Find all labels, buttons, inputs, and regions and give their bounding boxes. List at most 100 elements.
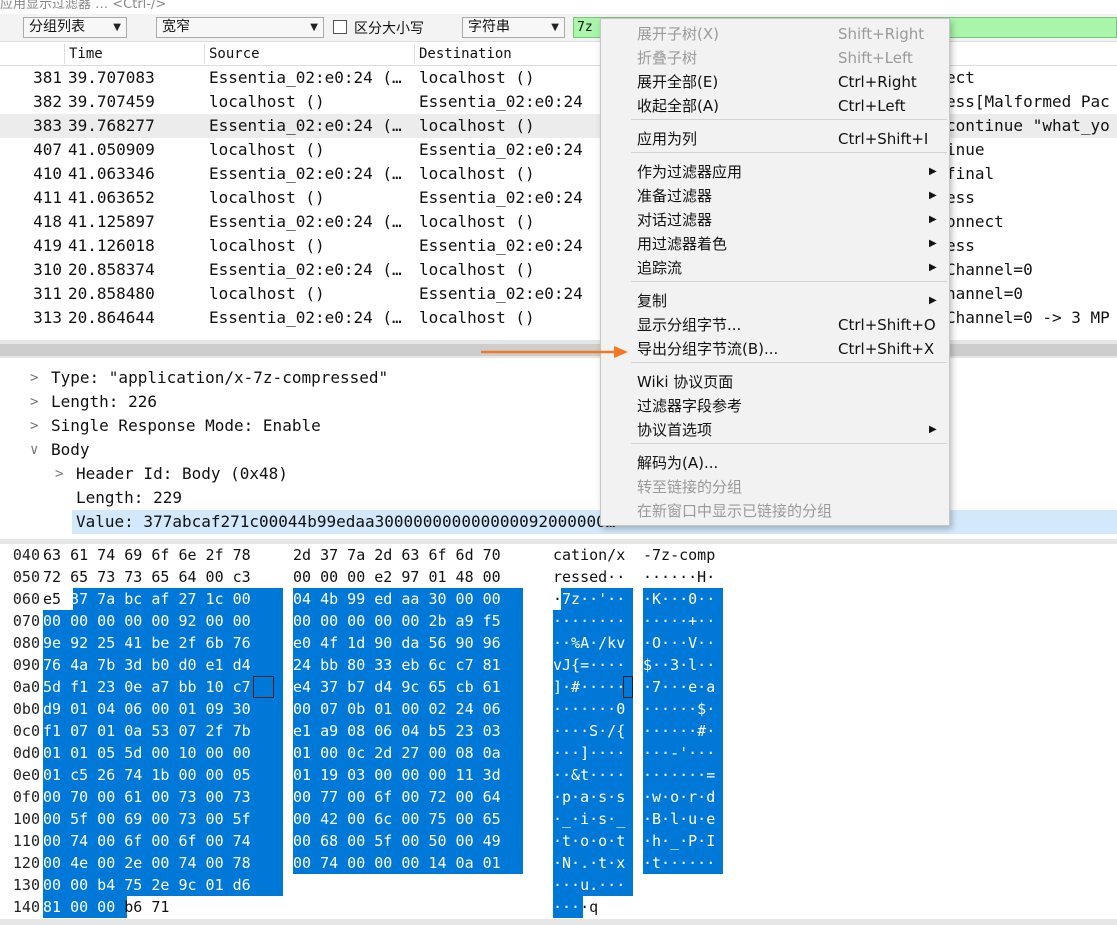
ascii-text-group-b[interactable]: ·····+·· <box>643 610 715 632</box>
column-header-time[interactable]: Time <box>64 44 204 64</box>
hex-bytes-group-a[interactable]: 72 65 73 73 65 64 00 c3 <box>43 566 251 588</box>
hex-bytes-group-b[interactable]: 01 00 0c 2d 27 00 08 0a <box>293 742 501 764</box>
hex-bytes-group-a[interactable]: 81 00 00 b6 71 <box>43 896 169 918</box>
column-header-destination[interactable]: Destination <box>414 44 614 64</box>
charset-select[interactable]: 宽窄 ▼ <box>156 17 324 38</box>
ascii-text-group-a[interactable]: ····q <box>553 896 598 918</box>
ascii-text-group-a[interactable]: ········ <box>553 610 625 632</box>
ascii-selected[interactable]: 7z··'·· <box>562 590 625 608</box>
hex-bytes-group-b[interactable]: 04 4b 99 ed aa 30 00 00 <box>293 588 501 610</box>
hex-bytes-selected[interactable]: 81 00 00 <box>43 898 115 916</box>
hex-bytes-group-b[interactable]: 00 07 0b 01 00 02 24 06 <box>293 698 501 720</box>
hex-bytes-group-b[interactable]: 00 00 00 e2 97 01 48 00 <box>293 566 501 588</box>
search-scope-select[interactable]: 分组列表 ▼ <box>23 17 127 38</box>
ascii-text-group-a[interactable]: ·p·a·s·s <box>553 786 625 808</box>
hex-bytes-group-a[interactable]: 01 01 05 5d 00 10 00 00 <box>43 742 251 764</box>
collapsed-chevron-icon[interactable]: > <box>30 390 38 414</box>
collapsed-chevron-icon[interactable]: > <box>30 414 38 438</box>
ascii-text-group-b[interactable]: ······#· <box>643 720 715 742</box>
hex-bytes-group-a[interactable]: 63 61 74 69 6f 6e 2f 78 <box>43 544 251 566</box>
hex-bytes-group-b[interactable]: e1 a9 08 06 04 b5 23 03 <box>293 720 501 742</box>
ascii-text-group-b[interactable]: ···-'··· <box>643 742 715 764</box>
menu-item[interactable]: 显示分组字节... Ctrl+Shift+O <box>601 313 949 337</box>
search-type-select[interactable]: 字符串 ▼ <box>462 17 565 38</box>
menu-item[interactable]: 追踪流 ▶ <box>601 256 949 280</box>
hex-bytes-group-b[interactable]: 01 15 06 01 00 20 80 b0 <box>293 874 501 896</box>
ascii-text-group-a[interactable]: ·_·i·s·_ <box>553 808 625 830</box>
ascii-selected[interactable]: ··· <box>553 898 580 916</box>
ascii-text-group-a[interactable]: ···u.··· <box>553 874 625 896</box>
hex-bytes-group-a[interactable]: d9 01 04 06 00 01 09 30 <box>43 698 251 720</box>
ascii-text-group-b[interactable]: ······$· <box>643 698 715 720</box>
ascii-text-group-a[interactable]: vJ{=···· <box>553 654 625 676</box>
ascii-text-group-a[interactable]: ··%A·/kv <box>553 632 625 654</box>
hex-bytes-group-b[interactable]: 01 19 03 00 00 00 11 3d <box>293 764 501 786</box>
hex-bytes-group-b[interactable]: e0 4f 1d 90 da 56 90 96 <box>293 632 501 654</box>
column-header-source[interactable]: Source <box>204 44 414 64</box>
menu-item[interactable]: 作为过滤器应用 ▶ <box>601 160 949 184</box>
hex-bytes-group-b[interactable]: 00 42 00 6c 00 75 00 65 <box>293 808 501 830</box>
hex-bytes-group-a[interactable]: 00 74 00 6f 00 6f 00 74 <box>43 830 251 852</box>
ascii-char[interactable]: ·q <box>580 898 598 916</box>
hex-byte[interactable]: e5 <box>43 590 70 608</box>
hex-bytes-group-a[interactable]: 00 4e 00 2e 00 74 00 78 <box>43 852 251 874</box>
hex-bytes-group-a[interactable]: 00 5f 00 69 00 73 00 5f <box>43 808 251 830</box>
hex-bytes-group-a[interactable]: 00 00 b4 75 2e 9c 01 d6 <box>43 874 251 896</box>
ascii-text-group-a[interactable]: ·N·.·t·x <box>553 852 625 874</box>
menu-item[interactable]: 准备过滤器 ▶ <box>601 184 949 208</box>
hex-bytes-group-a[interactable]: 9e 92 25 41 be 2f 6b 76 <box>43 632 251 654</box>
ascii-text-group-b[interactable]: ·B·l·u·e <box>643 808 715 830</box>
menu-item[interactable]: 对话过滤器 ▶ <box>601 208 949 232</box>
hex-bytes-group-a[interactable]: 00 00 00 00 00 92 00 00 <box>43 610 251 632</box>
hex-byte[interactable]: b6 71 <box>115 898 169 916</box>
collapsed-chevron-icon[interactable]: > <box>55 462 63 486</box>
display-filter-hint[interactable]: 应用显示过滤器 … <Ctrl-/> <box>0 0 166 12</box>
ascii-text-group-a[interactable]: ····S·/{ <box>553 720 625 742</box>
hex-bytes-group-b[interactable]: 2d 37 7a 2d 63 6f 6d 70 <box>293 544 501 566</box>
ascii-text-group-a[interactable]: ··&t···· <box>553 764 625 786</box>
ascii-text-group-b[interactable]: ·K···0·· <box>643 588 715 610</box>
hex-bytes-group-a[interactable]: 01 c5 26 74 1b 00 00 05 <box>43 764 251 786</box>
ascii-text-group-b[interactable]: -7z-comp <box>643 544 715 566</box>
hex-bytes-group-a[interactable]: 00 70 00 61 00 73 00 73 <box>43 786 251 808</box>
hex-bytes-group-b[interactable]: 00 00 00 00 00 2b a9 f5 <box>293 610 501 632</box>
menu-item[interactable]: 导出分组字节流(B)... Ctrl+Shift+X <box>601 337 949 361</box>
ascii-text-group-a[interactable]: ···]···· <box>553 742 625 764</box>
ascii-text-group-b[interactable]: ·w·o·r·d <box>643 786 715 808</box>
ascii-text-group-a[interactable]: ·t·o·o·t <box>553 830 625 852</box>
ascii-text-group-b[interactable]: ·h·_·P·I <box>643 830 715 852</box>
menu-item[interactable]: 应用为列 Ctrl+Shift+I <box>601 127 949 151</box>
detail-tree-item[interactable]: Value: 377abcaf271c00044b99edaa300000000… <box>72 510 1117 534</box>
hex-bytes-group-a[interactable]: 5d f1 23 0e a7 bb 10 c7 <box>43 676 251 698</box>
ascii-text-group-b[interactable]: ·t······ <box>643 852 715 874</box>
menu-item[interactable]: 解码为(A)... <box>601 451 949 475</box>
menu-item[interactable]: 过滤器字段参考 <box>601 394 949 418</box>
hex-bytes-group-a[interactable]: f1 07 01 0a 53 07 2f 7b <box>43 720 251 742</box>
ascii-text-group-b[interactable]: ······H· <box>643 566 715 588</box>
hex-bytes-group-a[interactable]: e5 37 7a bc af 27 1c 00 <box>43 588 251 610</box>
ascii-text-group-a[interactable]: ·······0 <box>553 698 625 720</box>
hex-bytes-group-b[interactable]: e4 37 b7 d4 9c 65 cb 61 <box>293 676 501 698</box>
collapsed-chevron-icon[interactable]: > <box>30 366 38 390</box>
ascii-text-group-b[interactable]: ·O···V·· <box>643 632 715 654</box>
case-sensitive-checkbox[interactable] <box>333 20 347 34</box>
hex-bytes-group-a[interactable]: 76 4a 7b 3d b0 d0 e1 d4 <box>43 654 251 676</box>
menu-item[interactable]: 收起全部(A) Ctrl+Left <box>601 94 949 118</box>
menu-item[interactable]: 复制 ▶ <box>601 289 949 313</box>
menu-item[interactable]: 协议首选项 ▶ <box>601 418 949 442</box>
ascii-text-group-b[interactable]: ····· ·· <box>643 874 715 896</box>
ascii-text-group-a[interactable]: ]·#····· <box>553 676 625 698</box>
ascii-text-group-a[interactable]: ·7z··'·· <box>553 588 625 610</box>
hex-bytes-group-b[interactable]: 00 77 00 6f 00 72 00 64 <box>293 786 501 808</box>
ascii-text-group-b[interactable]: ·······= <box>643 764 715 786</box>
ascii-char[interactable]: · <box>553 590 562 608</box>
ascii-text-group-a[interactable]: cation/x <box>553 544 625 566</box>
menu-item[interactable]: Wiki 协议页面 <box>601 370 949 394</box>
hex-bytes-group-b[interactable]: 00 68 00 5f 00 50 00 49 <box>293 830 501 852</box>
hex-bytes-selected[interactable]: 37 7a bc af 27 1c 00 <box>70 590 251 608</box>
hex-bytes-group-b[interactable]: 00 74 00 00 00 14 0a 01 <box>293 852 501 874</box>
menu-item[interactable]: 用过滤器着色 ▶ <box>601 232 949 256</box>
menu-item[interactable]: 展开全部(E) Ctrl+Right <box>601 70 949 94</box>
hex-bytes-group-b[interactable]: 24 bb 80 33 eb 6c c7 81 <box>293 654 501 676</box>
ascii-text-group-b[interactable]: ·7···e·a <box>643 676 715 698</box>
